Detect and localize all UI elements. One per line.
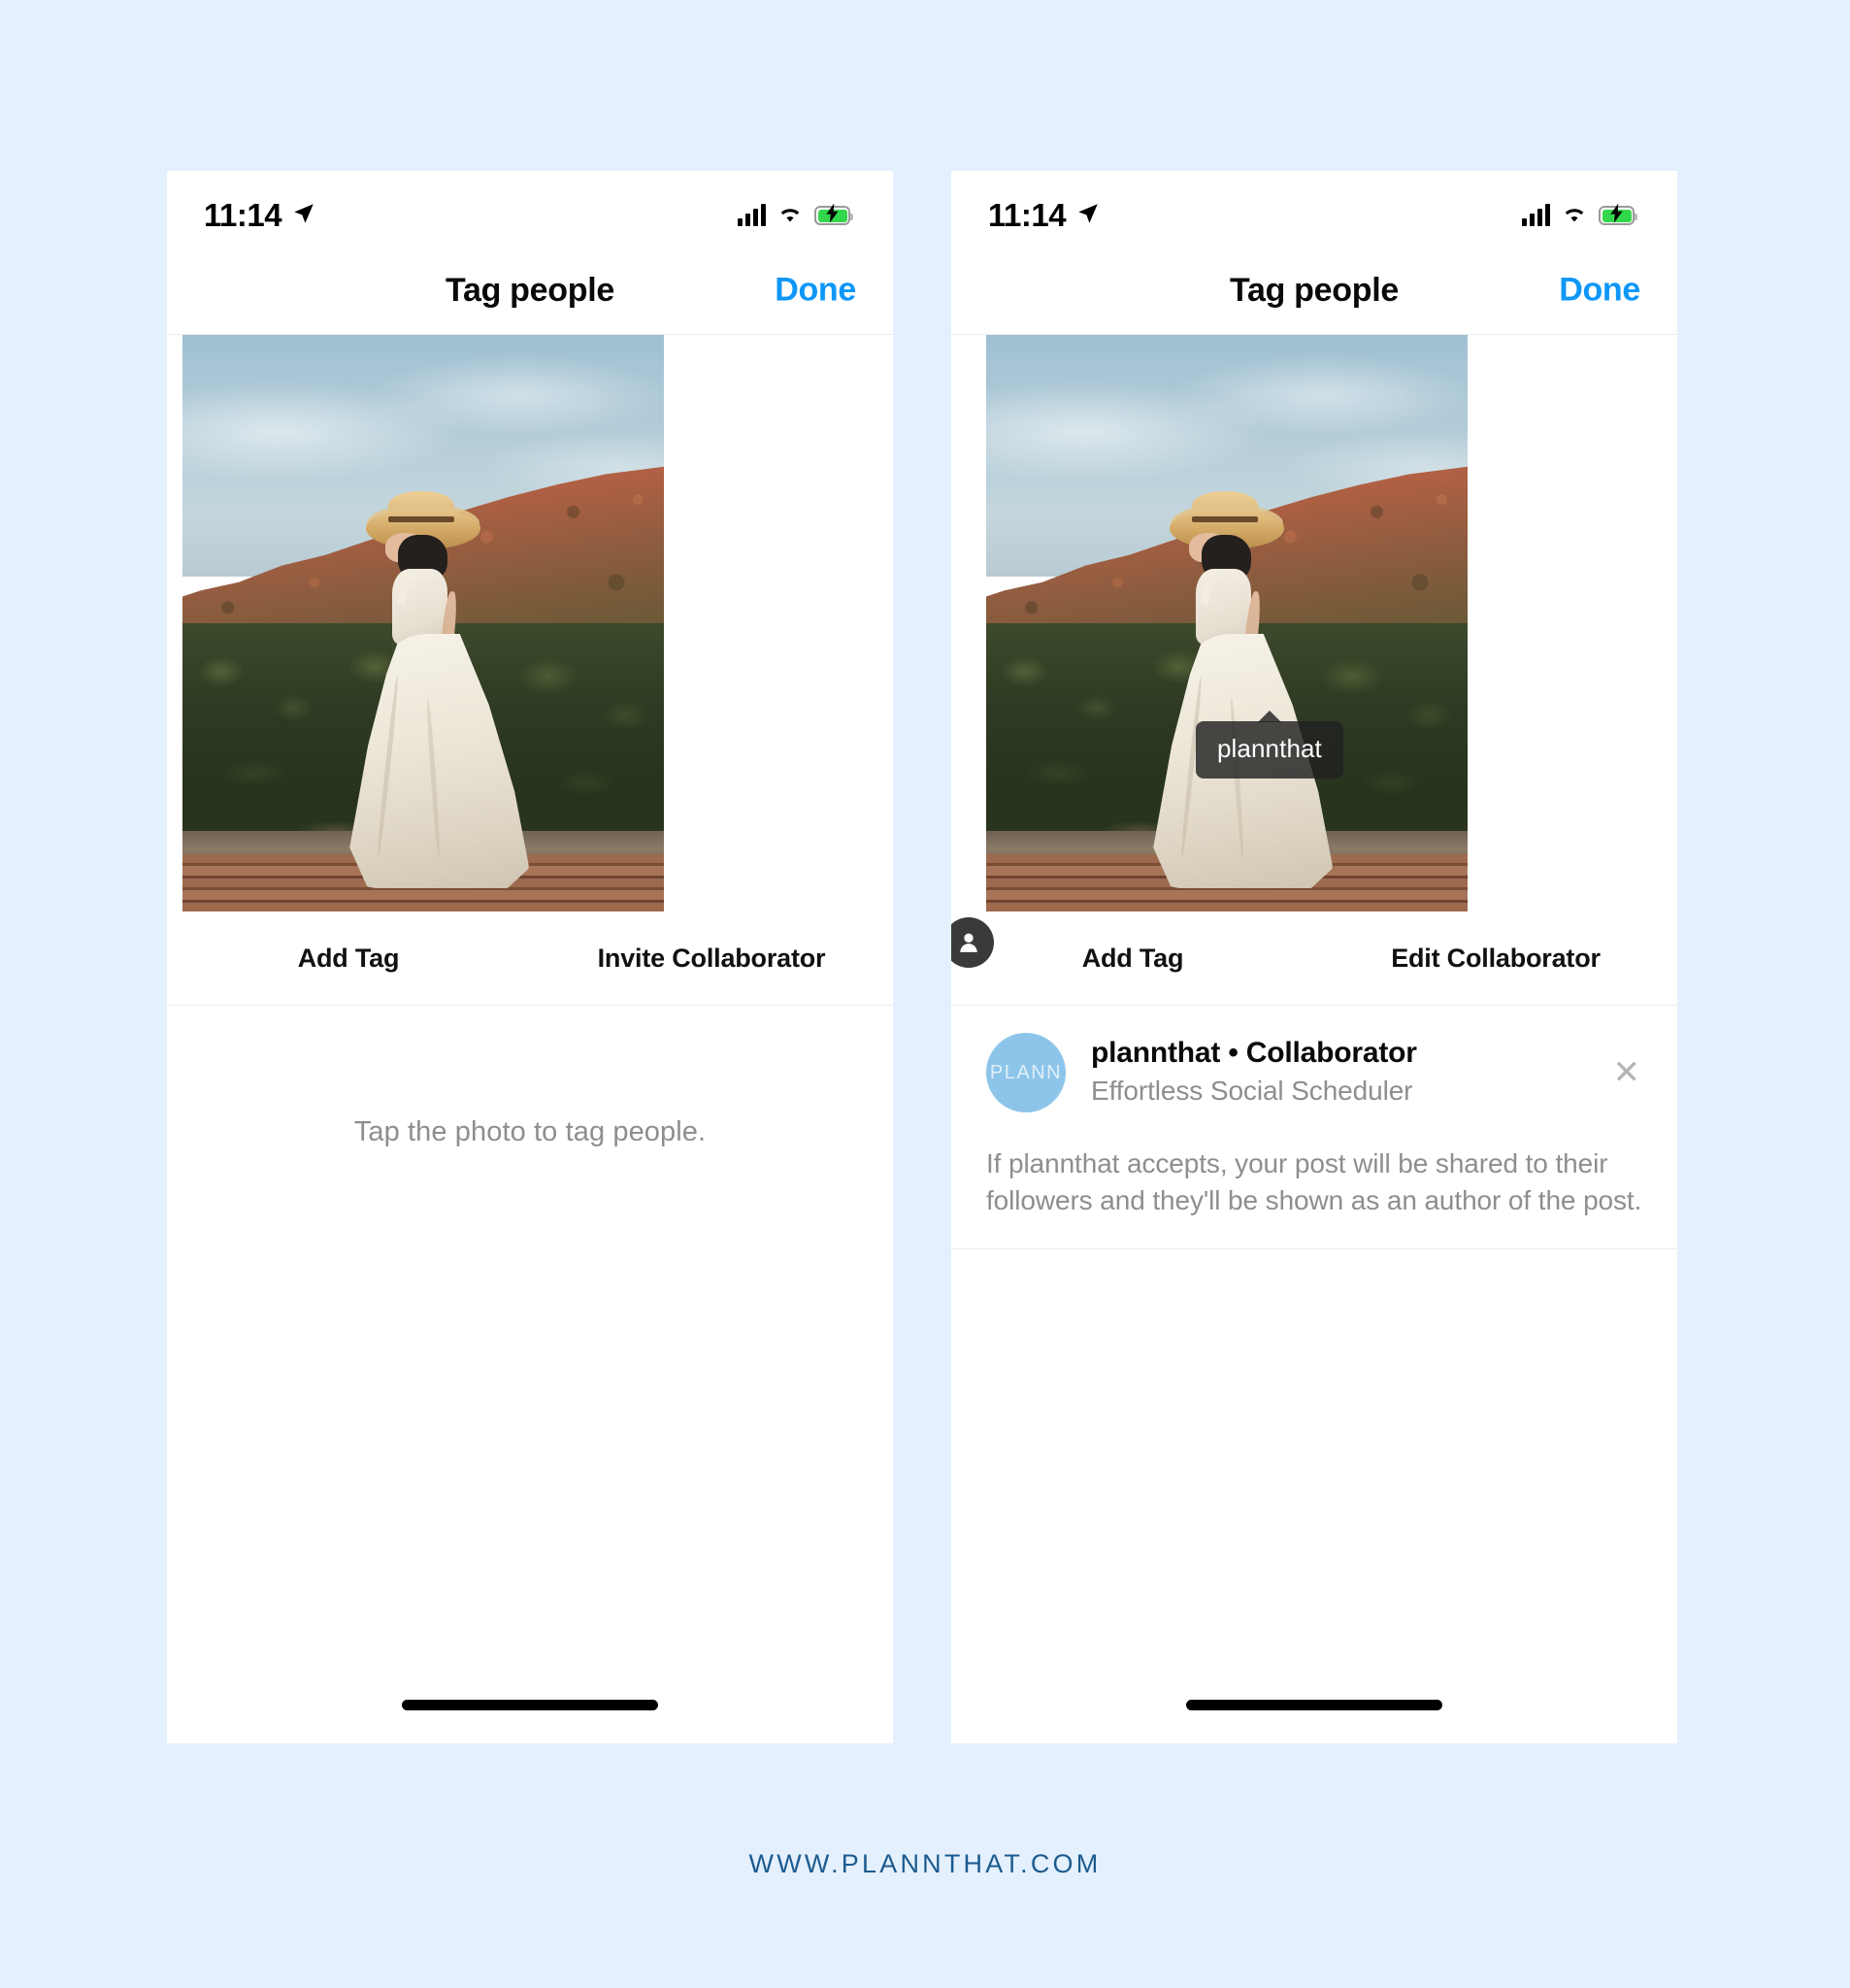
phone-mockup-left: 11:14 Tag people Done Add Tag Invite Col… bbox=[167, 171, 893, 1743]
status-time: 11:14 bbox=[204, 197, 282, 233]
invite-collaborator-button[interactable]: Invite Collaborator bbox=[530, 944, 893, 974]
photo-actions-row: Add Tag Edit Collaborator bbox=[951, 911, 1677, 1006]
cellular-signal-icon bbox=[738, 204, 766, 226]
screenshot-stage: 11:14 Tag people Done Add Tag Invite Col… bbox=[0, 0, 1850, 1988]
wifi-icon bbox=[1561, 203, 1588, 229]
footer: WWW.PLANNTHAT.COM bbox=[0, 1849, 1850, 1879]
photo-person bbox=[1153, 490, 1334, 889]
battery-charging-icon bbox=[1599, 203, 1637, 225]
page-title: Tag people bbox=[446, 271, 614, 309]
location-arrow-icon bbox=[1075, 201, 1101, 231]
status-bar-left: 11:14 bbox=[204, 183, 316, 234]
home-indicator[interactable] bbox=[1186, 1700, 1442, 1710]
collaborator-note: If plannthat accepts, your post will be … bbox=[986, 1148, 1642, 1215]
photo-hat-band bbox=[1192, 515, 1258, 523]
tagged-photo[interactable] bbox=[182, 335, 664, 911]
status-bar: 11:14 bbox=[167, 171, 893, 247]
status-time: 11:14 bbox=[988, 197, 1067, 233]
status-bar-right bbox=[1522, 189, 1637, 229]
close-icon[interactable]: ✕ bbox=[1613, 1056, 1641, 1089]
nav-bar: Tag people Done bbox=[951, 247, 1677, 335]
location-arrow-icon bbox=[291, 201, 316, 231]
status-bar-right bbox=[738, 189, 853, 229]
battery-charging-icon bbox=[814, 203, 853, 225]
collaborator-name: plannthat • Collaborator bbox=[1091, 1037, 1417, 1069]
home-indicator[interactable] bbox=[402, 1700, 658, 1710]
photo-actions-row: Add Tag Invite Collaborator bbox=[167, 911, 893, 1006]
empty-state-text: Tap the photo to tag people. bbox=[353, 1115, 707, 1147]
collaborator-meta: plannthat • Collaborator Effortless Soci… bbox=[1091, 1033, 1417, 1107]
cellular-signal-icon bbox=[1522, 204, 1550, 226]
collaborator-header: PLANN plannthat • Collaborator Effortles… bbox=[986, 1033, 1642, 1112]
phone-mockup-right: 11:14 Tag people Done plannthat Add Tag … bbox=[951, 171, 1677, 1743]
photo-hat-band bbox=[388, 515, 454, 523]
website-url[interactable]: WWW.PLANNTHAT.COM bbox=[749, 1849, 1102, 1878]
photo-tag-bubble[interactable]: plannthat bbox=[1196, 721, 1343, 779]
status-bar-left: 11:14 bbox=[988, 183, 1101, 234]
nav-bar: Tag people Done bbox=[167, 247, 893, 335]
add-tag-button[interactable]: Add Tag bbox=[167, 944, 530, 974]
empty-state: Tap the photo to tag people. bbox=[167, 1006, 893, 1258]
photo-area[interactable] bbox=[167, 335, 893, 911]
photo-person bbox=[349, 490, 530, 889]
done-button[interactable]: Done bbox=[1559, 272, 1640, 310]
edit-collaborator-button[interactable]: Edit Collaborator bbox=[1314, 944, 1677, 974]
done-button[interactable]: Done bbox=[775, 272, 856, 310]
person-icon bbox=[960, 933, 977, 952]
avatar[interactable]: PLANN bbox=[986, 1033, 1066, 1112]
collaborator-subtitle: Effortless Social Scheduler bbox=[1091, 1076, 1413, 1106]
status-bar: 11:14 bbox=[951, 171, 1677, 247]
add-tag-button[interactable]: Add Tag bbox=[951, 944, 1314, 974]
wifi-icon bbox=[776, 203, 804, 229]
page-title: Tag people bbox=[1230, 271, 1399, 309]
tagged-photo[interactable]: plannthat bbox=[986, 335, 1468, 911]
collaborator-card: PLANN plannthat • Collaborator Effortles… bbox=[951, 1006, 1677, 1249]
photo-area[interactable]: plannthat bbox=[951, 335, 1677, 968]
